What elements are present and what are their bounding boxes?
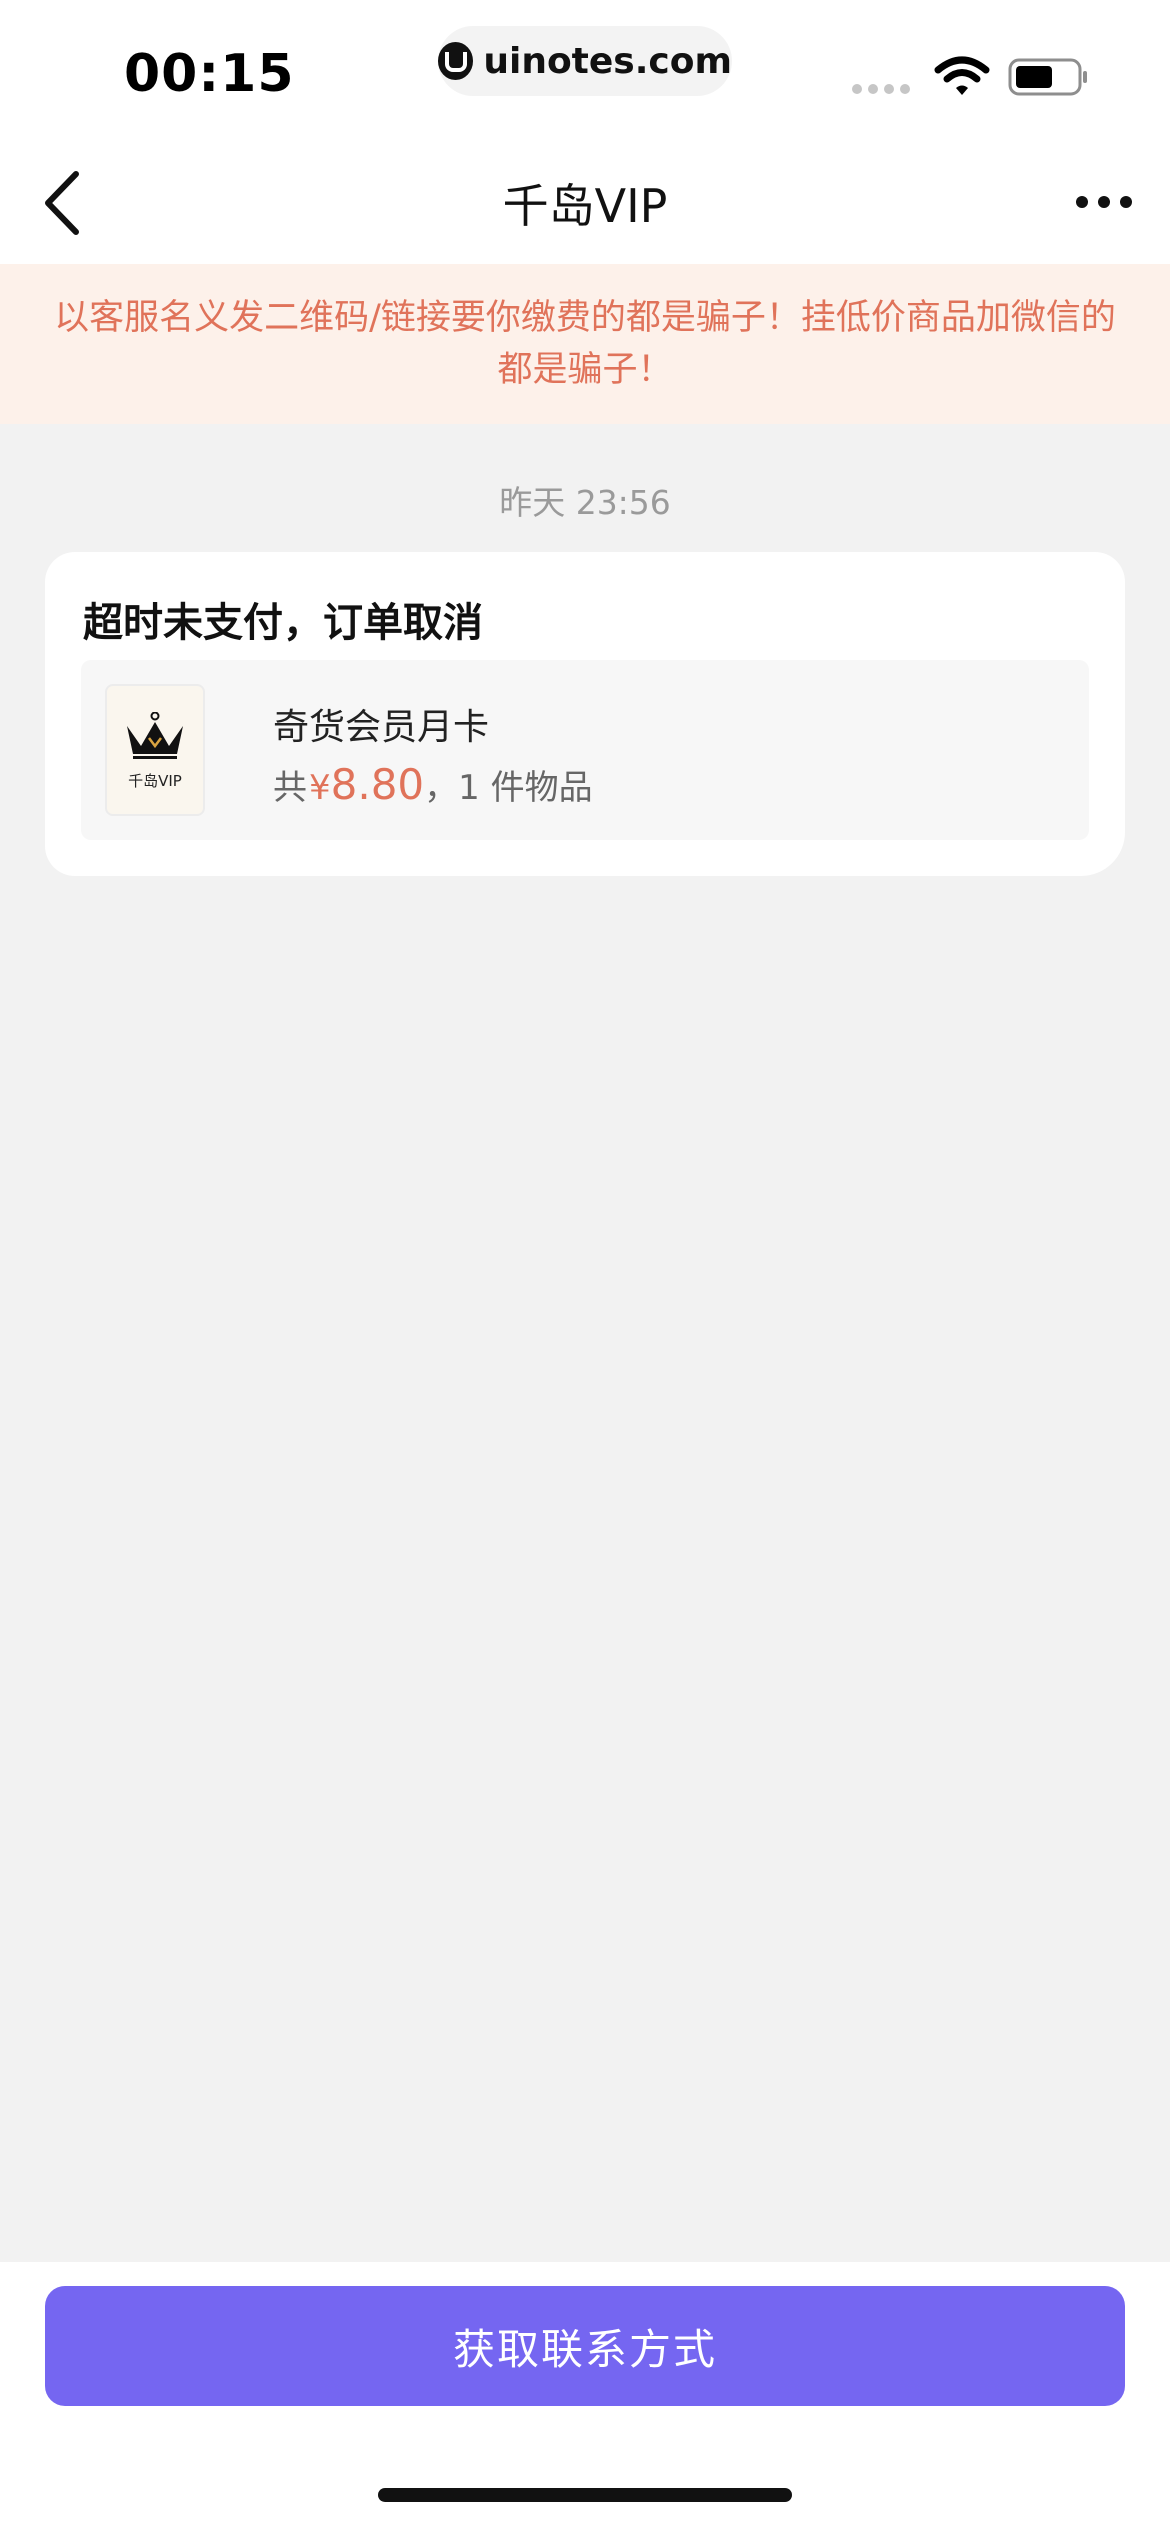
total-prefix: 共 bbox=[273, 768, 307, 808]
order-message-card[interactable]: 超时未支付，订单取消 千岛VIP 奇货会员月卡 共 ¥ 8.80 ，1 件物品 bbox=[45, 552, 1125, 876]
page-title: 千岛VIP bbox=[502, 179, 668, 233]
status-bar: 00:15 uinotes.com bbox=[0, 0, 1170, 140]
price-value: 8.80 bbox=[330, 760, 425, 809]
battery-icon bbox=[1008, 58, 1087, 96]
item-count: ，1 件物品 bbox=[424, 768, 593, 808]
product-item[interactable]: 千岛VIP 奇货会员月卡 共 ¥ 8.80 ，1 件物品 bbox=[81, 660, 1089, 840]
more-icon[interactable] bbox=[1076, 192, 1132, 212]
product-thumbnail: 千岛VIP bbox=[105, 684, 205, 816]
bottom-action-area: 获取联系方式 bbox=[0, 2262, 1170, 2532]
status-time: 00:15 bbox=[124, 44, 295, 104]
product-name: 奇货会员月卡 bbox=[273, 707, 490, 748]
fraud-warning-banner: 以客服名义发二维码/链接要你缴费的都是骗子！挂低价商品加微信的都是骗子！ bbox=[0, 264, 1170, 424]
uinotes-logo-icon bbox=[438, 42, 474, 80]
order-status-title: 超时未支付，订单取消 bbox=[83, 600, 483, 646]
nav-bar: 千岛VIP bbox=[0, 140, 1170, 264]
cellular-signal-icon bbox=[852, 84, 910, 94]
order-summary: 共 ¥ 8.80 ，1 件物品 bbox=[273, 760, 593, 809]
url-pill[interactable]: uinotes.com bbox=[438, 26, 732, 96]
thumbnail-label: 千岛VIP bbox=[128, 772, 182, 790]
home-indicator[interactable] bbox=[378, 2488, 792, 2502]
warning-text: 以客服名义发二维码/链接要你缴费的都是骗子！挂低价商品加微信的都是骗子！ bbox=[54, 298, 1116, 390]
crown-icon bbox=[127, 712, 183, 759]
price-currency: ¥ bbox=[309, 768, 331, 808]
message-timestamp: 昨天 23:56 bbox=[499, 483, 671, 522]
get-contact-button[interactable]: 获取联系方式 bbox=[45, 2286, 1125, 2406]
wifi-icon bbox=[934, 56, 990, 95]
url-text: uinotes.com bbox=[483, 40, 732, 82]
